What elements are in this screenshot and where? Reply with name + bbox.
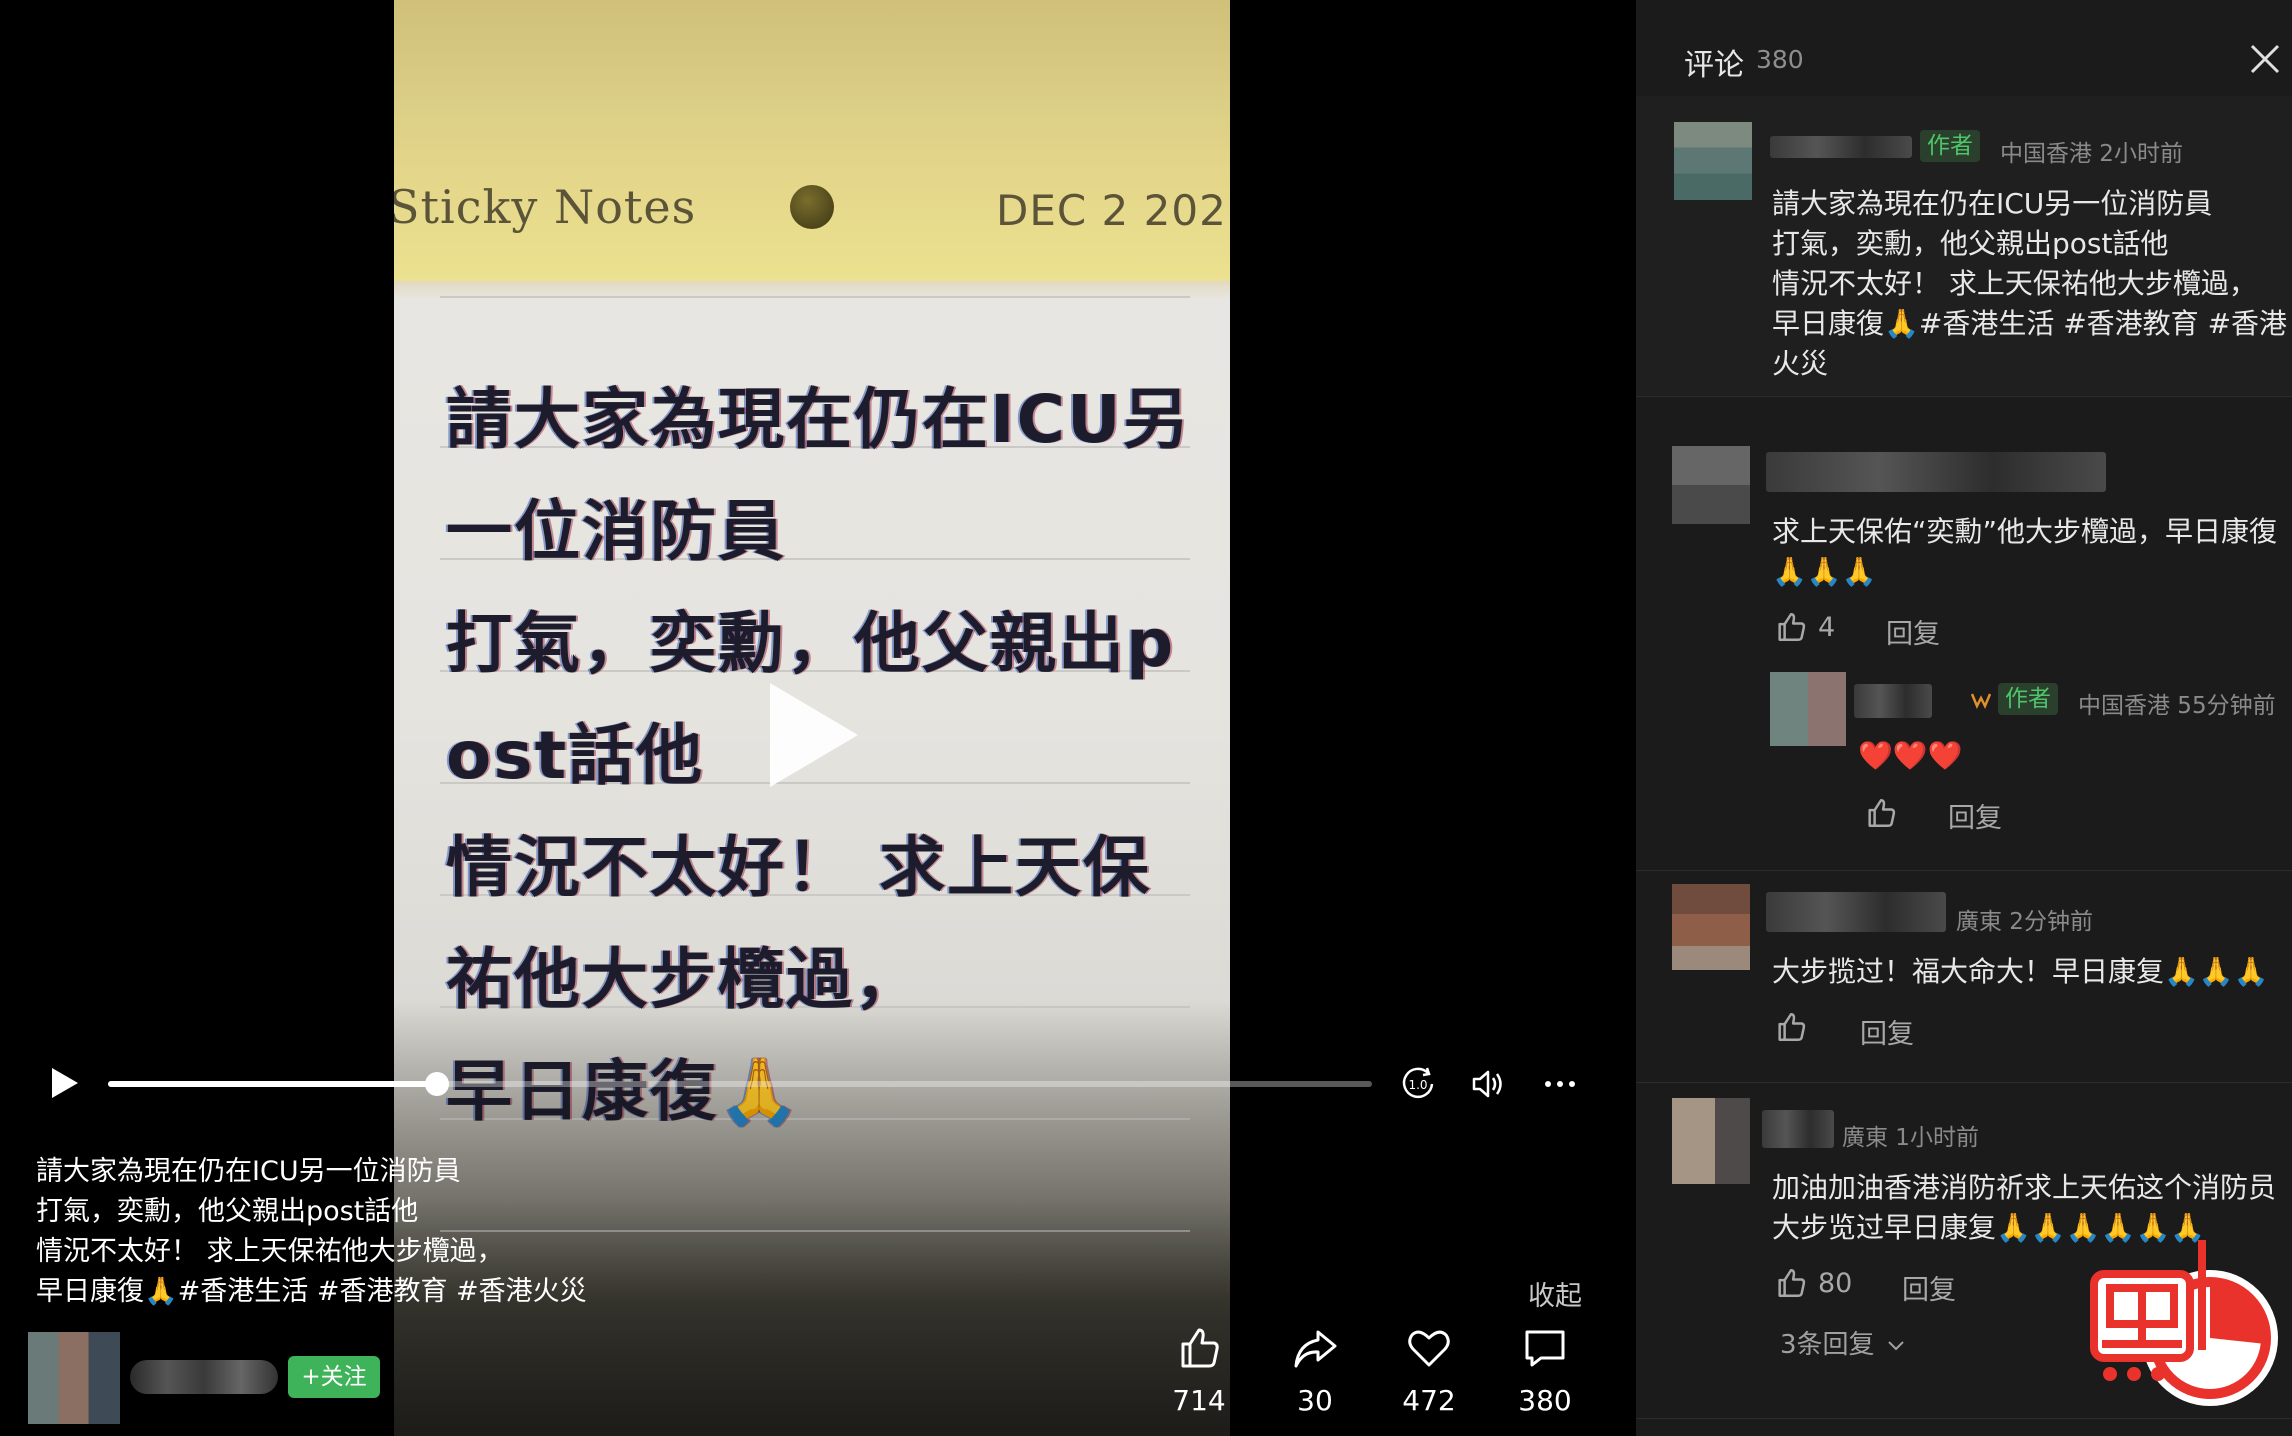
comment-line: 大步揽过！福大命大！早日康复🙏🙏🙏 bbox=[1772, 955, 2269, 988]
caption-line: 請大家為現在仍在ICU另一位消防員 bbox=[36, 1156, 461, 1187]
video-player[interactable]: Sticky Notes DEC 2 2025 請大家為現在仍在ICU另 一位消… bbox=[0, 0, 1636, 1436]
caption-line: 情況不太好！ 求上天保祐他大步欖過， bbox=[36, 1236, 504, 1267]
reply-button[interactable]: 回复 bbox=[1948, 796, 2002, 835]
comment-text: 大步揽过！福大命大！早日康复🙏🙏🙏 bbox=[1772, 952, 2269, 992]
comments-total: 380 bbox=[1756, 45, 1804, 74]
watermark-logo bbox=[2090, 1240, 2278, 1406]
caption-line: 早日康復🙏#香港生活 #香港教育 #香港火災 bbox=[36, 1276, 587, 1307]
comment-line: 🙏🙏🙏 bbox=[1772, 555, 1877, 588]
comment-meta: 中国香港 55分钟前 bbox=[2078, 693, 2276, 719]
playback-speed-icon[interactable]: 1.0 bbox=[1398, 1064, 1438, 1104]
verified-mark-icon bbox=[1970, 693, 1992, 710]
divider bbox=[1636, 1418, 2292, 1419]
comment-line: 求上天保佑“奕勳”他大步欖過，早日康復 bbox=[1772, 515, 2278, 548]
heart-icon[interactable] bbox=[1405, 1324, 1453, 1372]
comment-text: 求上天保佑“奕勳”他大步欖過，早日康復 🙏🙏🙏 bbox=[1772, 512, 2277, 592]
note-handwriting-line: 請大家為現在仍在ICU另 bbox=[446, 381, 1191, 458]
commenter-avatar[interactable] bbox=[1770, 672, 1846, 746]
more-options-icon[interactable] bbox=[1540, 1064, 1580, 1104]
thumbs-up-icon[interactable] bbox=[1774, 610, 1808, 644]
commenter-name-redacted[interactable] bbox=[1762, 1110, 1834, 1148]
volume-icon[interactable] bbox=[1468, 1064, 1508, 1104]
comment-like-count: 4 bbox=[1818, 612, 1836, 643]
share-action[interactable]: 30 bbox=[1270, 1324, 1360, 1417]
view-replies-link[interactable]: 3条回复 bbox=[1780, 1324, 1905, 1361]
comment-line: 早日康復🙏#香港生活 #香港教育 #香港 bbox=[1772, 307, 2288, 340]
view-replies-label: 3条回复 bbox=[1780, 1330, 1875, 1360]
follow-button[interactable]: +关注 bbox=[288, 1356, 380, 1398]
note-date-text: DEC 2 2025 bbox=[996, 186, 1230, 235]
progress-bar[interactable] bbox=[108, 1072, 1372, 1096]
comments-panel: 评论 380 作者 中国香港 2小时前 請大家為現在仍在ICU另一位消防員 打氣… bbox=[1636, 0, 2292, 1436]
commenter-avatar[interactable] bbox=[1672, 884, 1750, 970]
author-badge: 作者 bbox=[1998, 683, 2058, 715]
author-badge: 作者 bbox=[1920, 130, 1980, 162]
comment-text: 請大家為現在仍在ICU另一位消防員 打氣，奕勳，他父親出post話他 情況不太好… bbox=[1772, 184, 2287, 384]
comment-line: 請大家為現在仍在ICU另一位消防員 bbox=[1772, 187, 2213, 220]
note-rule bbox=[440, 296, 1190, 298]
favorite-action[interactable]: 472 bbox=[1384, 1324, 1474, 1417]
note-handwriting-line: 打氣，奕勳，他父親出p bbox=[446, 605, 1176, 682]
note-handwriting-line: 一位消防員 bbox=[446, 493, 786, 570]
close-icon[interactable] bbox=[2248, 42, 2282, 76]
comment-like-count: 80 bbox=[1818, 1268, 1853, 1299]
share-count: 30 bbox=[1297, 1384, 1333, 1417]
like-action[interactable]: 714 bbox=[1154, 1324, 1244, 1417]
comment-meta: 中国香港 2小时前 bbox=[2000, 141, 2183, 167]
author-avatar[interactable] bbox=[28, 1332, 120, 1424]
collapse-caption-button[interactable]: 收起 bbox=[1528, 1274, 1582, 1313]
thumbs-up-icon[interactable] bbox=[1774, 1266, 1808, 1300]
share-arrow-icon[interactable] bbox=[1291, 1324, 1339, 1372]
comments-title: 评论 bbox=[1684, 48, 1744, 83]
note-rule bbox=[440, 1118, 1190, 1120]
note-rule bbox=[440, 1006, 1190, 1008]
play-button[interactable] bbox=[52, 1068, 78, 1098]
note-brand-text: Sticky Notes bbox=[394, 180, 697, 234]
caption-line: 打氣，奕勳，他父親出post話他 bbox=[36, 1196, 419, 1227]
author-comment: 作者 中国香港 2小时前 請大家為現在仍在ICU另一位消防員 打氣，奕勳，他父親… bbox=[1636, 96, 2292, 396]
app: Sticky Notes DEC 2 2025 請大家為現在仍在ICU另 一位消… bbox=[0, 0, 2292, 1436]
svg-text:1.0: 1.0 bbox=[1408, 1078, 1427, 1092]
comment-meta: 廣東 1小时前 bbox=[1842, 1125, 1979, 1151]
progress-handle[interactable] bbox=[424, 1072, 449, 1096]
play-overlay-icon[interactable] bbox=[770, 683, 858, 787]
note-handwriting-line: ost話他 bbox=[446, 717, 705, 794]
commenter-name-redacted[interactable] bbox=[1766, 452, 2106, 492]
comment-line: 火災 bbox=[1772, 347, 1829, 380]
comment-meta: 廣東 2分钟前 bbox=[1956, 909, 2093, 935]
comment-line: 加油加油香港消防祈求上天佑这个消防员 bbox=[1772, 1171, 2277, 1204]
progress-fill bbox=[108, 1081, 437, 1087]
divider bbox=[1636, 396, 2292, 397]
reply-button[interactable]: 回复 bbox=[1886, 612, 1940, 651]
comment-action[interactable]: 380 bbox=[1500, 1324, 1590, 1417]
comment-bubble-icon[interactable] bbox=[1521, 1324, 1569, 1372]
comment-line: 打氣，奕勳，他父親出post話他 bbox=[1772, 227, 2169, 260]
comment-count: 380 bbox=[1518, 1384, 1572, 1417]
favorite-count: 472 bbox=[1402, 1384, 1456, 1417]
commenter-name-redacted[interactable] bbox=[1770, 136, 1912, 158]
thumbs-up-icon[interactable] bbox=[1864, 796, 1898, 830]
comments-header: 评论 380 bbox=[1636, 0, 2292, 96]
thumbs-up-icon[interactable] bbox=[1774, 1010, 1808, 1044]
reply-button[interactable]: 回复 bbox=[1902, 1268, 1956, 1307]
divider bbox=[1636, 870, 2292, 871]
chevron-down-icon bbox=[1888, 1340, 1904, 1350]
thumbs-up-icon[interactable] bbox=[1175, 1324, 1223, 1372]
comment-line: 情況不太好！ 求上天保祐他大步欖過， bbox=[1772, 267, 2257, 300]
commenter-avatar[interactable] bbox=[1672, 1098, 1750, 1184]
commenter-name-redacted[interactable] bbox=[1766, 892, 1946, 932]
reply-button[interactable]: 回复 bbox=[1860, 1012, 1914, 1051]
note-handwriting-line: 祐他大步欖過， bbox=[446, 941, 922, 1018]
note-pin bbox=[790, 185, 834, 229]
divider bbox=[1636, 1082, 2292, 1083]
commenter-avatar[interactable] bbox=[1674, 122, 1752, 200]
commenter-name-redacted[interactable] bbox=[1854, 684, 1932, 718]
author-name-redacted[interactable] bbox=[130, 1360, 278, 1394]
note-handwriting-line: 情況不太好！ 求上天保 bbox=[446, 829, 1151, 906]
comment-text: ❤️❤️❤️ bbox=[1858, 739, 1963, 772]
commenter-avatar[interactable] bbox=[1672, 446, 1750, 524]
video-caption: 請大家為現在仍在ICU另一位消防員 打氣，奕勳，他父親出post話他 情況不太好… bbox=[36, 1152, 656, 1312]
like-count: 714 bbox=[1172, 1384, 1226, 1417]
